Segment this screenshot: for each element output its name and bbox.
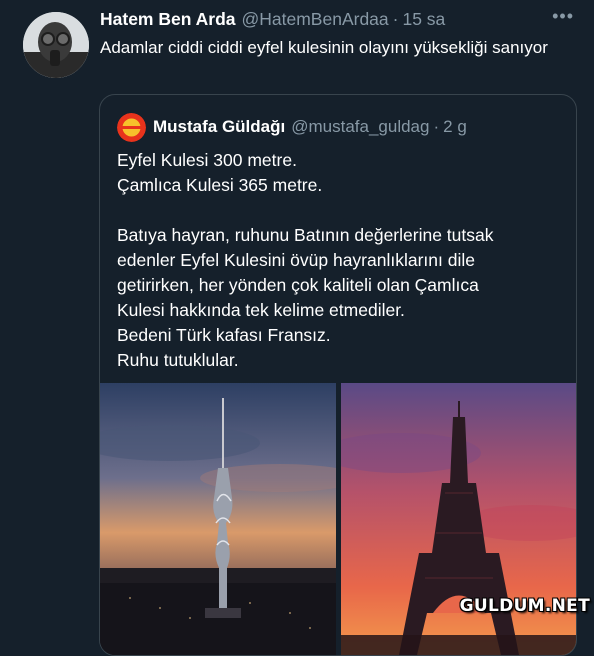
tweet-text: Adamlar ciddi ciddi eyfel kulesinin olay… [100,38,548,57]
separator-dot: · [433,117,440,136]
author-name[interactable]: Hatem Ben Arda [100,9,236,30]
quoted-author-name[interactable]: Mustafa Güldağı [153,117,285,137]
author-avatar[interactable] [23,12,89,78]
quoted-text: Eyfel Kulesi 300 metre. Çamlıca Kulesi 3… [117,148,567,373]
tweet-time[interactable]: 15 sa [402,9,445,30]
quoted-line: Ruhu tutuklular. [117,350,239,370]
quoted-line: Çamlıca Kulesi 365 metre. [117,175,323,195]
quoted-header: Mustafa Güldağı @mustafa_guldag · 2 g [117,112,467,142]
quoted-tweet[interactable]: Mustafa Güldağı @mustafa_guldag · 2 g Ey… [99,94,577,656]
tweet-header: Hatem Ben Arda @HatemBenArdaa · 15 sa [100,9,578,33]
author-handle[interactable]: @HatemBenArdaa [242,9,389,30]
quoted-line: Bedeni Türk kafası Fransız. [117,325,331,345]
quoted-author-handle[interactable]: @mustafa_guldag [291,117,429,137]
quoted-line: Kulesi hakkında tek kelime etmediler. [117,300,405,320]
quoted-line: Eyfel Kulesi 300 metre. [117,150,297,170]
quoted-time[interactable]: 2 g [443,117,467,137]
camlica-tower-photo[interactable] [100,383,336,655]
separator-dot: · [392,9,399,29]
quoted-line: edenler Eyfel Kulesini övüp hayranlıklar… [117,250,475,270]
quoted-author-avatar[interactable] [117,112,146,142]
watermark-logo: GULDUM.NET [459,596,590,616]
quoted-line: Batıya hayran, ruhunu Batının değerlerin… [117,225,494,245]
more-options-icon[interactable]: ••• [552,6,574,27]
quoted-line: getirirken, her yönden çok kaliteli olan… [117,275,479,295]
